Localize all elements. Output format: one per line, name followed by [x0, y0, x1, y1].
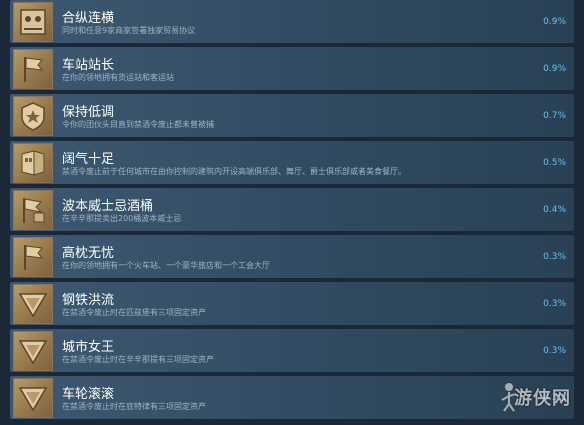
achievement-title: 城市女王 [62, 340, 115, 355]
achievement-description: 禁酒令废止前于任何城市在由你控制的建筑内开设高端俱乐部、舞厅、爵士俱乐部或者美食… [62, 167, 406, 176]
achievement-row[interactable]: 车轮滚滚 在禁酒令废止时在底特律有三项固定资产 0.3% [10, 376, 574, 419]
achievement-row[interactable]: 钢铁洪流 在禁酒令废止时在匹兹堡有三项固定资产 0.3% [10, 282, 574, 325]
achievement-title: 合纵连横 [62, 11, 115, 26]
achievement-row[interactable]: 波本威士忌酒桶 在辛辛那提卖出200桶波本威士忌 0.4% [10, 188, 574, 231]
achievement-description: 在你的领地拥有货运站和客运站 [62, 73, 174, 82]
badge-icon [13, 96, 53, 136]
watermark-text: 游侠网 [514, 388, 571, 409]
achievement-percent: 0.9% [543, 64, 566, 74]
achievement-description: 同时和任意9家商家签署独家贸易协议 [62, 26, 196, 35]
achievements-list: 合纵连横 同时和任意9家商家签署独家贸易协议 0.9% 车站站长 在你的领地拥有… [10, 0, 574, 423]
achievement-row[interactable]: 城市女王 在禁酒令废止时在辛辛那提有三项固定资产 0.3% [10, 329, 574, 372]
flag-icon [13, 49, 53, 89]
achievement-row[interactable]: 车站站长 在你的领地拥有货运站和客运站 0.9% [10, 47, 574, 90]
achievement-description: 在禁酒令废止时在匹兹堡有三项固定资产 [62, 308, 206, 317]
achievement-percent: 0.3% [543, 252, 566, 262]
achievement-percent: 0.9% [543, 17, 566, 27]
achievement-title: 波本威士忌酒桶 [62, 199, 154, 214]
achievement-description: 在你的领地拥有一个火车站、一个豪华旅店和一个工会大厅 [62, 261, 270, 270]
watermark-logo: 游侠网 [500, 378, 580, 418]
achievement-description: 在禁酒令废止时在辛辛那提有三项固定资产 [62, 355, 214, 364]
handshake-icon [13, 2, 53, 42]
achievement-description: 在禁酒令废止时在底特律有三项固定资产 [62, 402, 206, 411]
achievement-title: 车轮滚滚 [62, 387, 115, 402]
achievement-title: 阔气十足 [62, 152, 115, 167]
achievement-row[interactable]: 合纵连横 同时和任意9家商家签署独家贸易协议 0.9% [10, 0, 574, 43]
achievement-percent: 0.5% [543, 158, 566, 168]
achievement-title: 高枕无忧 [62, 246, 115, 261]
flag-icon [13, 237, 53, 277]
achievement-row[interactable]: 保持低调 令你的团伙头目直到禁酒令废止都未曾被捕 0.7% [10, 94, 574, 137]
achievement-title: 保持低调 [62, 105, 115, 120]
achievement-description: 令你的团伙头目直到禁酒令废止都未曾被捕 [62, 120, 214, 129]
triangle-icon [13, 331, 53, 371]
building-icon [13, 143, 53, 183]
achievement-row[interactable]: 高枕无忧 在你的领地拥有一个火车站、一个豪华旅店和一个工会大厅 0.3% [10, 235, 574, 278]
achievement-row[interactable]: 阔气十足 禁酒令废止前于任何城市在由你控制的建筑内开设高端俱乐部、舞厅、爵士俱乐… [10, 141, 574, 184]
achievement-description: 在辛辛那提卖出200桶波本威士忌 [62, 214, 182, 223]
achievement-title: 车站站长 [62, 58, 115, 73]
achievement-percent: 0.7% [543, 111, 566, 121]
achievement-percent: 0.3% [543, 299, 566, 309]
achievement-percent: 0.3% [543, 346, 566, 356]
flag-icon [13, 190, 53, 230]
achievement-percent: 0.4% [543, 205, 566, 215]
triangle-icon [13, 378, 53, 418]
achievement-title: 钢铁洪流 [62, 293, 115, 308]
triangle-icon [13, 284, 53, 324]
